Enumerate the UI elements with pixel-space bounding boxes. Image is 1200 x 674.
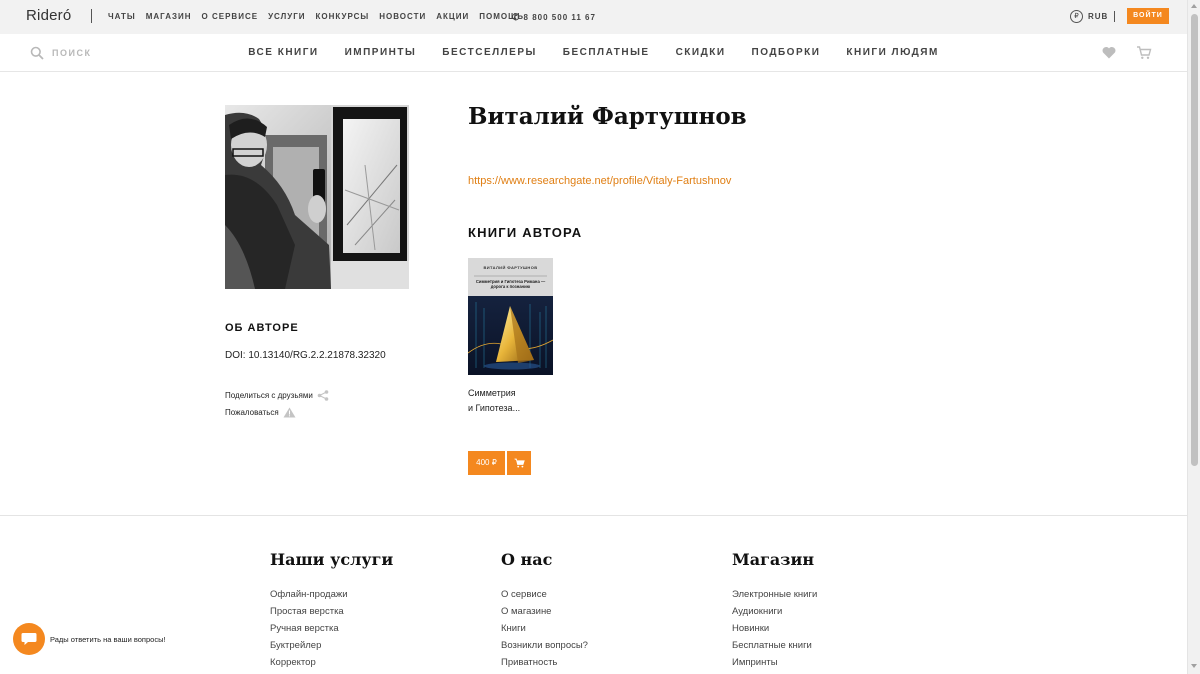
nav-books-to-people[interactable]: КНИГИ ЛЮДЯМ xyxy=(846,47,938,58)
top-nav-news[interactable]: НОВОСТИ xyxy=(379,12,426,21)
nav-free[interactable]: БЕСПЛАТНЫЕ xyxy=(563,47,650,58)
footer-link[interactable]: Офлайн-продажи xyxy=(270,586,393,603)
top-nav-shop[interactable]: МАГАЗИН xyxy=(146,12,192,21)
about-author-title: ОБ АВТОРЕ xyxy=(225,322,299,334)
footer-link[interactable]: Ручная верстка xyxy=(270,620,393,637)
heart-icon[interactable] xyxy=(1102,46,1116,59)
footer-column-about: О нас О сервисе О магазине Книги Возникл… xyxy=(501,550,588,671)
login-button[interactable]: ВОЙТИ xyxy=(1127,8,1169,24)
top-nav-promotions[interactable]: АКЦИИ xyxy=(436,12,469,21)
book-title-line-1[interactable]: Симметрия xyxy=(468,388,516,398)
footer-column-shop: Магазин Электронные книги Аудиокниги Нов… xyxy=(732,550,817,671)
cart-icon[interactable] xyxy=(1136,45,1152,60)
book-cover[interactable]: ВИТАЛИЙ ФАРТУШНОВ Симметрия и Гипотеза Р… xyxy=(468,258,553,375)
nav-bestsellers[interactable]: БЕСТСЕЛЛЕРЫ xyxy=(442,47,537,58)
book-title-line-2[interactable]: и Гипотеза... xyxy=(468,403,520,413)
chat-icon xyxy=(21,633,37,645)
main-nav-items: ВСЕ КНИГИ ИМПРИНТЫ БЕСТСЕЛЛЕРЫ БЕСПЛАТНЫ… xyxy=(0,47,1187,58)
author-name: Виталий Фартушнов xyxy=(468,103,747,130)
author-profile-link[interactable]: https://www.researchgate.net/profile/Vit… xyxy=(468,175,731,187)
top-divider xyxy=(1114,11,1115,22)
author-photo xyxy=(225,105,409,289)
add-to-cart-button[interactable] xyxy=(507,451,531,475)
ridero-logo[interactable]: Rideró xyxy=(26,7,71,24)
complain-link[interactable]: Пожаловаться xyxy=(225,407,296,418)
footer-link[interactable]: Книги xyxy=(501,620,588,637)
footer-column-services: Наши услуги Офлайн-продажи Простая верст… xyxy=(270,550,393,671)
share-link[interactable]: Поделиться с друзьями xyxy=(225,390,329,401)
page-scrollbar[interactable] xyxy=(1187,0,1200,674)
currency-selector[interactable]: RUB xyxy=(1088,12,1108,21)
footer-link[interactable]: О магазине xyxy=(501,603,588,620)
footer-link[interactable]: Приватность xyxy=(501,654,588,671)
top-nav-chats[interactable]: ЧАТЫ xyxy=(108,12,136,21)
top-nav: ЧАТЫ МАГАЗИН О СЕРВИСЕ УСЛУГИ КОНКУРСЫ Н… xyxy=(108,12,524,21)
nav-collections[interactable]: ПОДБОРКИ xyxy=(752,47,821,58)
share-icon xyxy=(317,390,329,401)
footer-link[interactable]: О сервисе xyxy=(501,586,588,603)
scroll-down-arrow-icon[interactable] xyxy=(1191,664,1197,668)
footer-link[interactable]: Аудиокниги xyxy=(732,603,817,620)
scroll-up-arrow-icon[interactable] xyxy=(1191,4,1197,8)
top-nav-services[interactable]: УСЛУГИ xyxy=(268,12,305,21)
about-author-text: DOI: 10.13140/RG.2.2.21878.32320 xyxy=(225,350,386,361)
footer-link[interactable]: Буктрейлер xyxy=(270,637,393,654)
footer-link[interactable]: Электронные книги xyxy=(732,586,817,603)
nav-all-books[interactable]: ВСЕ КНИГИ xyxy=(248,47,318,58)
book-cover-author: ВИТАЛИЙ ФАРТУШНОВ xyxy=(483,265,538,270)
nav-discounts[interactable]: СКИДКИ xyxy=(676,47,726,58)
phone-number: 8 800 500 11 67 xyxy=(523,13,596,22)
cart-icon xyxy=(514,458,525,468)
currency-icon[interactable]: ₽ xyxy=(1070,10,1083,23)
book-price-button[interactable]: 400 ₽ xyxy=(468,451,505,475)
footer-title-services: Наши услуги xyxy=(270,550,394,569)
chat-widget-text[interactable]: Рады ответить на ваши вопросы! xyxy=(50,635,166,644)
footer-link[interactable]: Бесплатные книги xyxy=(732,637,817,654)
phone-link[interactable]: ✆ 8 800 500 11 67 xyxy=(512,12,596,23)
footer-title-about: О нас xyxy=(501,550,553,569)
phone-icon: ✆ xyxy=(512,12,521,22)
top-nav-contests[interactable]: КОНКУРСЫ xyxy=(316,12,370,21)
footer-link[interactable]: Простая верстка xyxy=(270,603,393,620)
complain-label: Пожаловаться xyxy=(225,408,279,417)
book-cover-title: Симметрия и Гипотеза Римана — дорога к п… xyxy=(475,279,546,289)
top-nav-about-service[interactable]: О СЕРВИСЕ xyxy=(202,12,259,21)
warning-icon xyxy=(283,407,296,418)
footer-link[interactable]: Новинки xyxy=(732,620,817,637)
author-books-title: КНИГИ АВТОРА xyxy=(468,225,583,240)
chat-widget-button[interactable] xyxy=(13,623,45,655)
main-nav: ПОИСК ВСЕ КНИГИ ИМПРИНТЫ БЕСТСЕЛЛЕРЫ БЕС… xyxy=(0,34,1187,72)
share-label: Поделиться с друзьями xyxy=(225,391,313,400)
footer-link[interactable]: Импринты xyxy=(732,654,817,671)
top-bar: Rideró ЧАТЫ МАГАЗИН О СЕРВИСЕ УСЛУГИ КОН… xyxy=(0,0,1187,34)
logo-divider xyxy=(91,9,92,23)
scrollbar-thumb[interactable] xyxy=(1191,14,1198,466)
footer-link[interactable]: Возникли вопросы? xyxy=(501,637,588,654)
nav-imprints[interactable]: ИМПРИНТЫ xyxy=(345,47,417,58)
footer-link[interactable]: Корректор xyxy=(270,654,393,671)
footer-title-shop: Магазин xyxy=(732,550,815,569)
footer-divider xyxy=(0,515,1187,516)
